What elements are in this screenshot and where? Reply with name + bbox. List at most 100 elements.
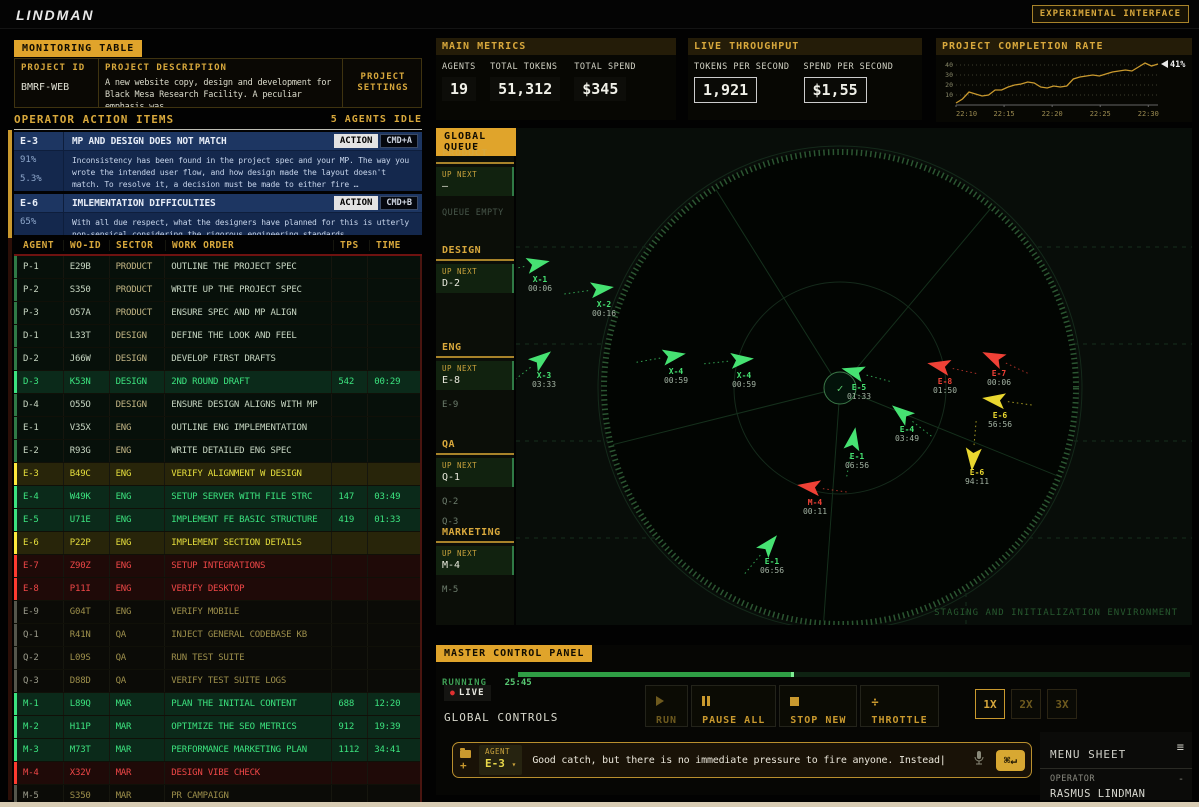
cell-wo: X32V (64, 762, 110, 784)
svg-text:E-1: E-1 (765, 557, 780, 566)
cell-wo: Z90Z (64, 555, 110, 577)
agent-selector[interactable]: AGENT E-3 ▾ (479, 745, 522, 775)
up-next-box[interactable]: UP NEXT– (436, 167, 514, 196)
table-row[interactable]: Q-3D88DQAVERIFY TEST SUITE LOGS (14, 670, 420, 693)
table-row[interactable]: M-4X32VMARDESIGN VIBE CHECK (14, 762, 420, 785)
operator-name: RASMUS LINDMAN (1040, 785, 1192, 800)
cell-tps (332, 762, 368, 784)
cell-sector: MAR (110, 739, 166, 761)
plus-icon[interactable]: + (460, 762, 475, 770)
speed-2x-button[interactable]: 2X (1011, 689, 1041, 719)
cell-wo: R93G (64, 440, 110, 462)
radar-blip-x-2[interactable]: X-200:16 (563, 279, 616, 318)
action-item-title: IMLEMENTATION DIFFICULTIES (64, 198, 334, 209)
microphone-icon[interactable] (972, 750, 992, 770)
pause-button[interactable]: PAUSE ALL (691, 685, 776, 727)
cell-sector: PRODUCT (110, 256, 166, 278)
cell-time: 12:20 (368, 693, 420, 715)
table-row[interactable]: E-4W49KENGSETUP SERVER WITH FILE STRC147… (14, 486, 420, 509)
table-row[interactable]: E-2R93GENGWRITE DETAILED ENG SPEC (14, 440, 420, 463)
up-next-box[interactable]: UP NEXTD-2 (436, 264, 514, 293)
queue-section-label: QA (436, 439, 514, 455)
agent-chat-input[interactable]: + AGENT E-3 ▾ Good catch, but there is n… (452, 742, 1032, 778)
operator-collapse-icon[interactable]: - (1178, 774, 1184, 785)
table-row[interactable]: Q-1R41NQAINJECT GENERAL CODEBASE KB (14, 624, 420, 647)
stat-value: 5.3% (20, 174, 63, 184)
table-row[interactable]: P-2S350PRODUCTWRITE UP THE PROJECT SPEC (14, 279, 420, 302)
table-row[interactable]: E-9G04TENGVERIFY MOBILE (14, 601, 420, 624)
metric-label: TOTAL SPEND (574, 62, 636, 72)
action-button[interactable]: ACTION (334, 196, 379, 210)
chat-attachment-icons[interactable]: + (453, 750, 475, 770)
speed-3x-button[interactable]: 3X (1047, 689, 1077, 719)
completion-rate-chart: 1020304022:1022:1522:2022:2522:3041% (936, 55, 1192, 125)
cell-tps (332, 555, 368, 577)
cell-time (368, 670, 420, 692)
cell-order: WRITE UP THE PROJECT SPEC (165, 279, 332, 301)
action-button[interactable]: ACTION (334, 134, 379, 148)
action-item[interactable]: E-3 MP AND DESIGN DOES NOT MATCH ACTION … (14, 132, 422, 191)
table-row[interactable]: M-1L89QMARPLAN THE INITIAL CONTENT68812:… (14, 693, 420, 716)
up-next-value: D-2 (442, 278, 512, 289)
radar-blip-x-3[interactable]: X-303:33 (516, 345, 556, 389)
queue-item[interactable]: E-9 (436, 390, 514, 410)
up-next-label: UP NEXT (442, 461, 512, 470)
up-next-box[interactable]: UP NEXTQ-1 (436, 458, 514, 487)
table-row[interactable]: E-1V35XENGOUTLINE ENG IMPLEMENTATION (14, 417, 420, 440)
main-metrics-panel: MAIN METRICS AGENTS19TOTAL TOKENS51,312T… (436, 38, 676, 120)
svg-text:E-4: E-4 (900, 425, 915, 434)
speed-1x-button[interactable]: 1X (975, 689, 1005, 719)
table-row[interactable]: D-1L33TDESIGNDEFINE THE LOOK AND FEEL (14, 325, 420, 348)
cell-agent: E-1 (14, 417, 64, 439)
up-next-box[interactable]: UP NEXTE-8 (436, 361, 514, 390)
table-row[interactable]: E-3B49CENGVERIFY ALIGNMENT W DESIGN (14, 463, 420, 486)
stop-button[interactable]: STOP NEW (779, 685, 857, 727)
queue-item[interactable]: M-5 (436, 575, 514, 595)
table-row[interactable]: E-8P11IENGVERIFY DESKTOP (14, 578, 420, 601)
queue-item[interactable]: Q-3 (436, 507, 514, 527)
project-settings-button[interactable]: PROJECT SETTINGS (343, 59, 423, 107)
cell-sector: ENG (110, 601, 166, 623)
cell-time: 34:41 (368, 739, 420, 761)
queue-item[interactable]: Q-2 (436, 487, 514, 507)
table-row[interactable]: Q-2L09SQARUN TEST SUITE (14, 647, 420, 670)
table-row[interactable]: M-5S350MARPR CAMPAIGN (14, 785, 420, 802)
table-row[interactable]: M-3M73TMARPERFORMANCE MARKETING PLAN1112… (14, 739, 420, 762)
table-row[interactable]: E-6P22PENGIMPLEMENT SECTION DETAILS (14, 532, 420, 555)
table-row[interactable]: E-7Z90ZENGSETUP INTEGRATIONS (14, 555, 420, 578)
chat-message-text[interactable]: Good catch, but there is no immediate pr… (532, 755, 971, 766)
cell-order: OUTLINE ENG IMPLEMENTATION (165, 417, 332, 439)
left-scrollbar[interactable] (8, 130, 12, 800)
up-next-box[interactable]: UP NEXTM-4 (436, 546, 514, 575)
agent-radar[interactable]: ✓X-100:06X-200:16X-303:33X-400:59X-400:5… (516, 128, 1192, 625)
queue-section-design: DESIGNUP NEXTD-2 (436, 245, 514, 293)
throttle-button[interactable]: ÷THROTTLE (860, 685, 938, 727)
cell-time (368, 325, 420, 347)
metric-label: SPEND PER SECOND (804, 62, 894, 72)
table-row[interactable]: P-1E29BPRODUCTOUTLINE THE PROJECT SPEC (14, 256, 420, 279)
queue-section-label: PRODUCT (436, 148, 514, 164)
table-row[interactable]: P-3O57APRODUCTENSURE SPEC AND MP ALIGN (14, 302, 420, 325)
column-header-time: TIME (370, 240, 422, 251)
master-control-tag: MASTER CONTROL PANEL (436, 645, 592, 662)
action-item[interactable]: E-6 IMLEMENTATION DIFFICULTIES ACTION CM… (14, 194, 422, 235)
svg-text:X-4: X-4 (737, 371, 752, 380)
run-button[interactable]: RUN (645, 685, 688, 727)
live-throughput-stats: TOKENS PER SECOND1,921SPEND PER SECOND$1… (688, 55, 922, 103)
table-row[interactable]: D-4O55ODESIGNENSURE DESIGN ALIGNS WITH M… (14, 394, 420, 417)
menu-sheet: MENU SHEET ≡ OPERATOR - RASMUS LINDMAN (1040, 732, 1192, 800)
send-button[interactable]: ⌘↵ (996, 750, 1025, 771)
progress-track[interactable] (518, 672, 1190, 677)
folder-icon[interactable] (460, 750, 471, 758)
table-row[interactable]: D-3K53NDESIGN2ND ROUND DRAFT54200:29 (14, 371, 420, 394)
cell-order: IMPLEMENT FE BASIC STRUCTURE (165, 509, 332, 531)
cell-tps: 912 (332, 716, 368, 738)
cell-time (368, 348, 420, 370)
left-scrollbar-thumb[interactable] (8, 130, 12, 238)
table-row[interactable]: M-2H11PMAROPTIMIZE THE SEO METRICS91219:… (14, 716, 420, 739)
cell-agent: D-4 (14, 394, 64, 416)
radar-blip-x-1[interactable]: X-100:06 (516, 253, 552, 293)
table-row[interactable]: E-5U71EENGIMPLEMENT FE BASIC STRUCTURE41… (14, 509, 420, 532)
hamburger-menu-icon[interactable]: ≡ (1177, 740, 1184, 754)
table-row[interactable]: D-2J66WDESIGNDEVELOP FIRST DRAFTS (14, 348, 420, 371)
